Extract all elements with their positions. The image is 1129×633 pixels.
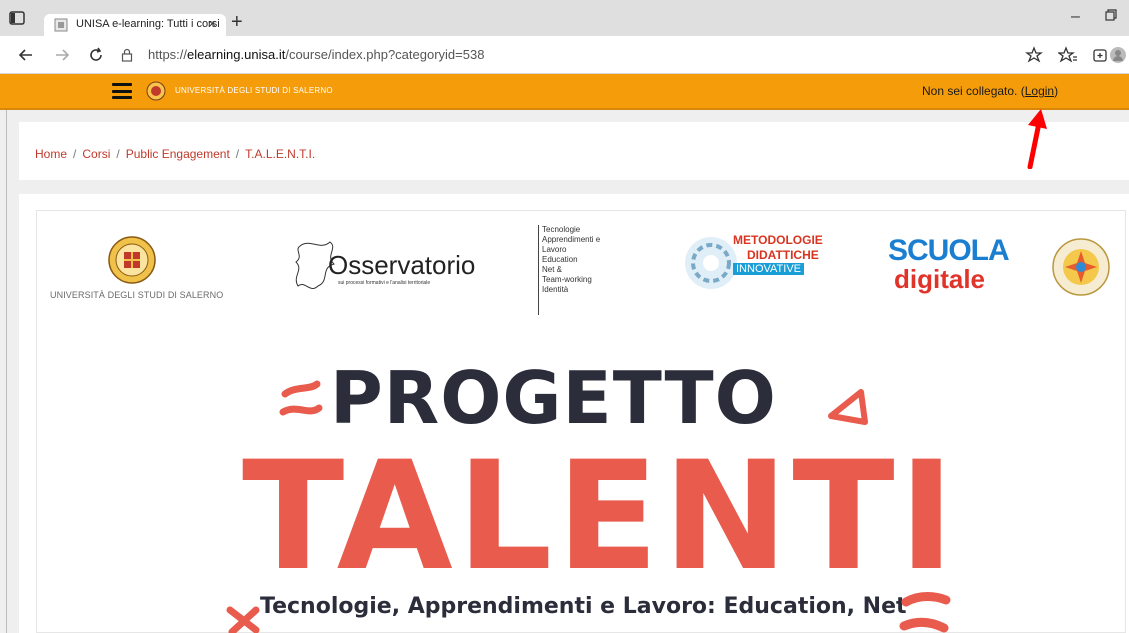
lock-icon[interactable] [120, 48, 134, 62]
breadcrumb-corsi[interactable]: Corsi [82, 147, 110, 161]
site-header: UNIVERSITÀ DEGLI STUDI DI SALERNO Non se… [0, 74, 1129, 110]
tab-title: UNISA e-learning: Tutti i corsi [76, 18, 220, 30]
decor-dash-icon [899, 592, 951, 633]
breadcrumb-talenti[interactable]: T.A.L.E.N.T.I. [245, 147, 315, 161]
breadcrumb-public-engagement[interactable]: Public Engagement [126, 147, 230, 161]
decor-x-icon [226, 606, 260, 633]
restore-icon[interactable] [1105, 9, 1117, 21]
scuola-digitale-logo: SCUOLA digitale [888, 234, 1010, 294]
minimize-icon[interactable]: – [1071, 8, 1080, 26]
decor-splash-left-icon [279, 380, 323, 416]
profile-avatar-icon[interactable] [1108, 45, 1128, 65]
login-status: Non sei collegato. (Login) [922, 84, 1059, 98]
hamburger-menu-icon[interactable] [112, 83, 132, 99]
breadcrumb: Home / Corsi / Public Engagement / T.A.L.E.N.T… [35, 147, 316, 161]
decor-triangle-icon [828, 389, 868, 425]
unisa-logo-text: UNIVERSITÀ DEGLI STUDI DI SALERNO [50, 290, 224, 300]
osservatorio-subtitle: sui processi formativi e l'analisi terri… [338, 280, 431, 286]
favorites-icon[interactable] [1058, 45, 1078, 65]
progetto-title: PROGETTO [330, 356, 777, 440]
login-link[interactable]: Login [1025, 84, 1054, 98]
osservatorio-word: Osservatorio [328, 250, 476, 280]
new-tab-button[interactable]: + [231, 12, 243, 32]
left-divider [6, 110, 7, 633]
breadcrumb-home[interactable]: Home [35, 147, 67, 161]
browser-tab-bar: UNISA e-learning: Tutti i corsi × + – [0, 0, 1129, 36]
address-bar[interactable]: https://elearning.unisa.it/course/index.… [112, 41, 1112, 69]
url-text[interactable]: https://elearning.unisa.it/course/index.… [148, 47, 484, 62]
back-arrow-icon[interactable] [16, 45, 36, 65]
osservatorio-logo: Osservatorio sui processi formativi e l'… [290, 236, 475, 296]
unisa-logo: UNIVERSITÀ DEGLI STUDI DI SALERNO [50, 236, 224, 302]
metodologie-swirl-icon [685, 237, 737, 289]
hero-subtitle: Tecnologie, Apprendimenti e Lavoro: Educ… [260, 594, 907, 619]
partner-seal-icon [1052, 238, 1110, 296]
read-aloud-icon[interactable] [1024, 45, 1044, 65]
unisa-favicon-icon [54, 18, 68, 32]
unisa-seal-icon [108, 236, 156, 284]
tab-close-icon[interactable]: × [208, 16, 216, 31]
forward-arrow-icon[interactable] [52, 45, 72, 65]
red-annotation-arrow-icon [1027, 109, 1047, 169]
talenti-acronym-logo: Tecnologie Apprendimenti e Lavoro Educat… [538, 225, 638, 315]
header-brand-text[interactable]: UNIVERSITÀ DEGLI STUDI DI SALERNO [175, 86, 333, 95]
sidebar-toggle-icon[interactable] [8, 9, 26, 27]
metodologie-logo: METODOLOGIE DIDATTICHE INNOVATIVE [683, 233, 838, 293]
breadcrumb-card: Home / Corsi / Public Engagement / T.A.L.E.N.T… [19, 122, 1129, 180]
address-bar-row: https://elearning.unisa.it/course/index.… [0, 36, 1129, 74]
talenti-title: TALENTI [242, 430, 959, 604]
reload-icon[interactable] [86, 45, 106, 65]
unisa-logo-icon[interactable] [146, 81, 166, 101]
browser-tab[interactable]: UNISA e-learning: Tutti i corsi × [44, 14, 226, 36]
collections-icon[interactable] [1090, 45, 1110, 65]
